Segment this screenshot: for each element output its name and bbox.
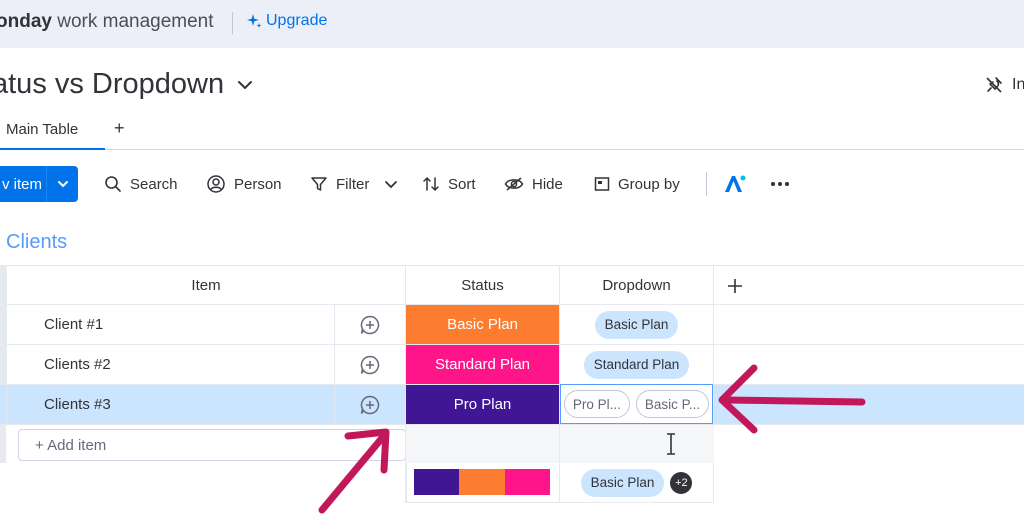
add-update-button[interactable]: [334, 305, 406, 344]
table-row[interactable]: Client #1 Basic Plan Basic Plan: [0, 305, 1024, 345]
grid-line: [6, 265, 7, 425]
dropdown-cell[interactable]: Standard Plan: [560, 345, 713, 384]
add-update-button[interactable]: [334, 385, 406, 424]
dropdown-cell[interactable]: Basic Plan: [560, 305, 713, 344]
dropdown-cell-editing[interactable]: Pro Pl... Basic P...: [560, 384, 713, 424]
brand-logo[interactable]: onday work management: [0, 11, 214, 33]
dropdown-tag: Basic Plan: [580, 468, 665, 497]
item-name[interactable]: Clients #3: [44, 385, 324, 424]
chevron-down-icon[interactable]: [234, 74, 256, 96]
group-by-button[interactable]: Group by: [594, 166, 680, 202]
ai-assistant-button[interactable]: [722, 166, 748, 202]
annotation-arrow: [718, 364, 866, 434]
dropdown-summary: Basic Plan +2: [560, 463, 713, 502]
sort-icon: [423, 177, 439, 191]
view-tabs: Main Table +: [0, 110, 1024, 150]
upgrade-label: Upgrade: [266, 12, 328, 29]
column-header-item[interactable]: Item: [6, 266, 406, 305]
item-name[interactable]: Client #1: [44, 305, 324, 344]
status-cell[interactable]: Basic Plan: [406, 305, 559, 344]
more-count-badge: +2: [670, 471, 693, 494]
divider: [706, 172, 707, 196]
group-title[interactable]: Clients: [6, 231, 67, 254]
sort-button[interactable]: Sort: [422, 166, 476, 202]
upgrade-button[interactable]: Upgrade: [246, 12, 327, 30]
status-summary-segment: [459, 469, 505, 495]
chat-plus-icon: [360, 315, 380, 334]
group-by-icon: [594, 177, 610, 191]
filter-label: Filter: [336, 175, 370, 193]
top-bar: onday work management Upgrade: [0, 0, 1024, 48]
add-column-button[interactable]: [714, 266, 756, 305]
search-icon: [105, 176, 121, 192]
person-label: Person: [234, 175, 282, 193]
sort-label: Sort: [448, 175, 476, 193]
column-header-dropdown[interactable]: Dropdown: [560, 266, 713, 305]
divider: [46, 166, 47, 202]
person-filter-button[interactable]: Person: [206, 166, 282, 202]
chevron-down-icon[interactable]: [47, 177, 78, 191]
chat-plus-icon: [360, 355, 380, 374]
filter-button[interactable]: Filter: [310, 166, 399, 202]
sparkle-icon: [247, 14, 262, 28]
filter-icon: [311, 177, 327, 191]
dropdown-tag: Basic P...: [635, 390, 710, 418]
divider: [232, 12, 233, 34]
summary-row: Basic Plan +2: [0, 463, 1024, 503]
status-summary-bar: [414, 469, 550, 495]
more-icon: [771, 182, 789, 186]
dropdown-tag: Pro Pl...: [563, 390, 630, 418]
column-header-status[interactable]: Status: [406, 266, 559, 305]
search-button[interactable]: Search: [104, 166, 178, 202]
status-summary-segment: [504, 469, 550, 495]
dropdown-tag: Basic Plan: [594, 310, 679, 339]
person-icon: [207, 175, 225, 193]
search-label: Search: [130, 175, 178, 193]
status-cell[interactable]: Pro Plan: [406, 385, 559, 424]
grid-line: [334, 305, 335, 425]
plug-icon: [986, 77, 1002, 93]
status-cell[interactable]: Standard Plan: [406, 345, 559, 384]
grid-line: [405, 265, 406, 503]
board-title[interactable]: atus vs Dropdown: [0, 68, 256, 101]
status-summary-segment: [414, 469, 460, 495]
add-update-button[interactable]: [334, 345, 406, 384]
chat-plus-icon: [360, 395, 380, 414]
ai-sparkle-icon: [725, 175, 746, 192]
chevron-down-icon[interactable]: [383, 176, 399, 192]
group-by-label: Group by: [618, 175, 680, 193]
board-title-text: atus vs Dropdown: [0, 68, 225, 100]
dropdown-tag: Standard Plan: [583, 350, 690, 379]
annotation-arrow: [318, 428, 390, 514]
integrate-label: In: [1012, 76, 1024, 93]
new-item-label: v item: [2, 175, 43, 193]
hide-label: Hide: [532, 175, 563, 193]
text-cursor-icon: [667, 433, 675, 455]
add-view-button[interactable]: +: [114, 118, 125, 139]
integrate-button[interactable]: In: [984, 75, 1024, 95]
grid-line: [559, 265, 560, 503]
plus-icon: [728, 278, 742, 293]
more-options-button[interactable]: [770, 166, 790, 202]
item-name[interactable]: Clients #2: [44, 345, 324, 384]
eye-off-icon: [504, 177, 524, 191]
tab-main-table[interactable]: Main Table: [0, 110, 105, 150]
board-toolbar: v item Search Person Filter Sort Hide Gr…: [0, 166, 1024, 202]
table-header-row: Item Status Dropdown: [0, 265, 1024, 305]
hide-button[interactable]: Hide: [504, 166, 563, 202]
new-item-button[interactable]: v item: [0, 166, 78, 202]
